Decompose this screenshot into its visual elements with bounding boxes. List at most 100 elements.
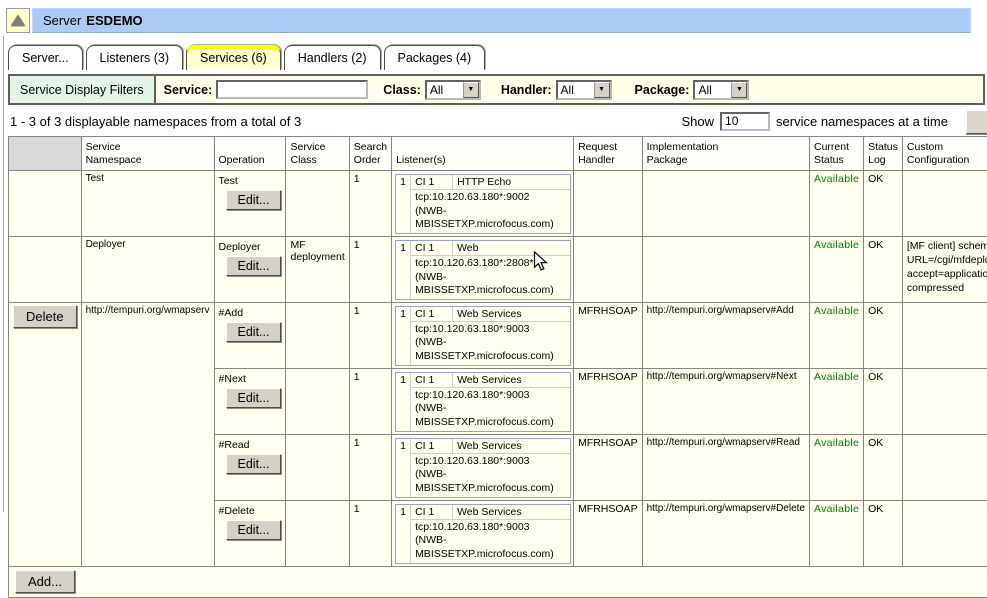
operation-cell: #Delete Edit... (214, 500, 286, 566)
class-filter-select[interactable]: All ▼ (425, 80, 481, 100)
implementation-package-cell: http://tempuri.org/wmapserv#Next (642, 368, 809, 434)
col-request-handler: Request Handler (574, 137, 643, 171)
service-class-cell: MF deployment (286, 236, 349, 302)
status-log-cell: OK (864, 368, 903, 434)
tab-server[interactable]: Server... (8, 45, 83, 70)
search-order-cell: 1 (349, 434, 391, 500)
col-status-log: Status Log (864, 137, 903, 171)
status-log-cell: OK (864, 434, 903, 500)
listener-connector: CI 1 (411, 505, 453, 520)
operation-cell: #Read Edit... (214, 434, 286, 500)
refresh-edge-button[interactable] (966, 110, 987, 134)
custom-configuration-cell (902, 171, 987, 237)
col-implementation-package: Implementation Package (642, 137, 809, 171)
col-custom-configuration: Custom Configuration (902, 137, 987, 171)
edit-button[interactable]: Edit... (226, 322, 282, 342)
table-header-row: Service Namespace Operation Service Clas… (9, 137, 987, 171)
implementation-package-cell (642, 171, 809, 237)
operation-cell: Deployer Edit... (214, 236, 286, 302)
listener-table: 1 CI 1 Web Services tcp:10.120.63.180*:9… (395, 438, 571, 498)
operation-cell: Test Edit... (214, 171, 286, 237)
action-cell (9, 171, 82, 237)
listener-connector: CI 1 (411, 175, 453, 190)
show-suffix: service namespaces at a time (776, 114, 948, 129)
listeners-cell: 1 CI 1 Web Services tcp:10.120.63.180*:9… (392, 302, 574, 368)
listener-name: Web Services (453, 505, 570, 520)
col-current-status: Current Status (809, 137, 863, 171)
namespace-cell: Deployer (81, 236, 214, 302)
edit-button[interactable]: Edit... (226, 520, 282, 540)
operation-name: #Read (219, 437, 282, 451)
status-badge: Available (809, 368, 863, 434)
service-class-cell (286, 434, 349, 500)
collapse-toggle-button[interactable] (6, 8, 30, 33)
custom-configuration-cell (902, 434, 987, 500)
table-row: Delete http://tempuri.org/wmapserv #Add … (9, 302, 987, 368)
listener-table: 1 CI 1 Web Services tcp:10.120.63.180*:9… (395, 504, 571, 564)
tab-listeners[interactable]: Listeners (3) (86, 45, 183, 70)
chevron-down-icon: ▼ (731, 82, 747, 98)
custom-configuration-cell (902, 500, 987, 566)
package-filter-select[interactable]: All ▼ (693, 80, 749, 100)
listener-name: Web (453, 241, 570, 256)
operation-cell: #Add Edit... (214, 302, 286, 368)
listeners-cell: 1 CI 1 Web Services tcp:10.120.63.180*:9… (392, 368, 574, 434)
listener-address: tcp:10.120.63.180*:9002 (NWB-MBISSETXP.m… (411, 190, 570, 233)
status-log-cell: OK (864, 171, 903, 237)
status-badge: Available (809, 434, 863, 500)
edit-button[interactable]: Edit... (226, 190, 282, 210)
show-label: Show (682, 114, 715, 129)
implementation-package-cell: http://tempuri.org/wmapserv#Add (642, 302, 809, 368)
tab-bar: Server... Listeners (3) Services (6) Han… (8, 45, 485, 70)
edit-button[interactable]: Edit... (226, 256, 282, 276)
implementation-package-cell: http://tempuri.org/wmapserv#Delete (642, 500, 809, 566)
operation-name: Deployer (219, 239, 282, 253)
package-filter-label: Package: (635, 83, 690, 97)
implementation-package-cell (642, 236, 809, 302)
col-service-namespace: Service Namespace (81, 137, 214, 171)
request-handler-cell (574, 236, 643, 302)
listener-connector: CI 1 (411, 307, 453, 322)
edit-button[interactable]: Edit... (226, 454, 282, 474)
handler-filter-label: Handler: (501, 83, 552, 97)
listener-table: 1 CI 1 Web Services tcp:10.120.63.180*:9… (395, 306, 571, 366)
listener-number: 1 (396, 439, 411, 497)
tab-services[interactable]: Services (6) (186, 45, 281, 70)
listener-number: 1 (396, 241, 411, 299)
search-order-cell: 1 (349, 171, 391, 237)
listener-number: 1 (396, 307, 411, 365)
add-button[interactable]: Add... (15, 570, 75, 593)
show-count-group: Show service namespaces at a time (682, 112, 949, 131)
delete-button[interactable]: Delete (13, 305, 77, 328)
table-row: Test Test Edit... 1 1 CI 1 HTTP Echo tcp… (9, 171, 987, 237)
class-filter-label: Class: (383, 83, 421, 97)
add-row-cell: Add... (9, 566, 987, 597)
listener-number: 1 (396, 175, 411, 233)
handler-filter-select[interactable]: All ▼ (556, 80, 612, 100)
listener-number: 1 (396, 373, 411, 431)
server-name: ESDEMO (86, 13, 142, 28)
package-filter-value: All (695, 82, 731, 98)
triangle-up-icon (11, 15, 25, 26)
tab-handlers[interactable]: Handlers (2) (284, 45, 381, 70)
listener-name: HTTP Echo (453, 175, 570, 190)
listeners-cell: 1 CI 1 Web Services tcp:10.120.63.180*:9… (392, 500, 574, 566)
edit-button[interactable]: Edit... (226, 388, 282, 408)
operation-cell: #Next Edit... (214, 368, 286, 434)
chevron-down-icon: ▼ (463, 82, 479, 98)
listener-name: Web Services (453, 307, 570, 322)
request-handler-cell: MFRHSOAP (574, 368, 643, 434)
tab-packages[interactable]: Packages (4) (384, 45, 486, 70)
server-label: Server (43, 13, 81, 28)
service-class-cell (286, 302, 349, 368)
request-handler-cell (574, 171, 643, 237)
server-header: Server ESDEMO (6, 8, 971, 33)
listeners-cell: 1 CI 1 Web Services tcp:10.120.63.180*:9… (392, 434, 574, 500)
implementation-package-cell: http://tempuri.org/wmapserv#Read (642, 434, 809, 500)
listener-address: tcp:10.120.63.180*:9003 (NWB-MBISSETXP.m… (411, 520, 570, 563)
service-filter-label: Service: (164, 83, 213, 97)
service-filter-input[interactable] (216, 80, 368, 99)
show-count-input[interactable] (720, 112, 770, 131)
filter-bar-title: Service Display Filters (10, 76, 156, 103)
operation-name: Test (219, 173, 282, 187)
